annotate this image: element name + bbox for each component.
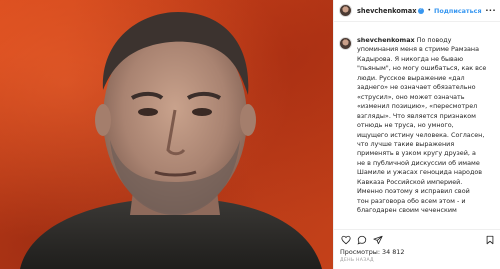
- caption-line: Шамиле и ужасах геноцида народов: [357, 168, 483, 177]
- post-timestamp[interactable]: ДЕНЬ НАЗАД: [340, 258, 495, 263]
- post-footer: Просмотры: 34 812 ДЕНЬ НАЗАД: [334, 229, 500, 269]
- caption-username[interactable]: shevchenkomax: [357, 36, 415, 44]
- header-username[interactable]: shevchenkomax: [357, 7, 416, 15]
- caption-line: применять в узком кругу друзей, а: [357, 149, 476, 158]
- caption-line: «струсил», оно может означать: [357, 92, 465, 101]
- verified-badge-icon: ✓: [418, 7, 425, 14]
- post-video[interactable]: [0, 0, 333, 269]
- caption-line: взгляды». Что является признаком: [357, 111, 476, 120]
- caption-line: упоминания меня в стриме Рамзана: [357, 45, 479, 54]
- caption-line: что лучше такие выражения: [357, 139, 455, 148]
- caption-text: shevchenkomax По поводу упоминания меня …: [357, 36, 496, 216]
- separator-dot: •: [427, 7, 432, 14]
- avatar[interactable]: [339, 4, 352, 17]
- heart-icon[interactable]: [340, 234, 351, 245]
- caption-line: ищущего истину человека. Согласен,: [357, 130, 485, 139]
- instagram-post: shevchenkomax ✓ • Подписаться ··· shevch…: [0, 0, 500, 269]
- caption-avatar[interactable]: [339, 37, 352, 50]
- caption-line: Кавказа Российской империей.: [357, 177, 463, 186]
- share-icon[interactable]: [372, 234, 383, 245]
- views-number: 34 812: [382, 248, 405, 256]
- caption-line: Кадырова. Я никогда не бываю: [357, 54, 464, 63]
- caption-line: По поводу: [416, 36, 452, 44]
- bookmark-icon[interactable]: [484, 234, 495, 245]
- caption-line: не в публичной дискуссии об имаме: [357, 158, 480, 167]
- comment-icon[interactable]: [356, 234, 367, 245]
- post-header: shevchenkomax ✓ • Подписаться ···: [334, 0, 500, 22]
- caption-line: Именно поэтому я исправил свой: [357, 187, 470, 196]
- post-caption: shevchenkomax По поводу упоминания меня …: [334, 36, 500, 216]
- caption-line: "пьяным", но могу ошибаться, как все: [357, 64, 487, 73]
- post-side-panel: shevchenkomax ✓ • Подписаться ··· shevch…: [333, 0, 500, 269]
- caption-line: отнюдь не труса, но умного,: [357, 121, 454, 130]
- caption-line: «изменил позицию», «пересмотрел: [357, 102, 478, 111]
- man-portrait-image: [20, 12, 322, 269]
- views-count[interactable]: Просмотры: 34 812: [340, 248, 495, 256]
- caption-line: тон разговора обо всем этом - и: [357, 196, 466, 205]
- caption-line: благодарен своим чеченским: [357, 206, 457, 215]
- action-bar: [340, 233, 495, 246]
- more-horizontal-icon[interactable]: ···: [485, 6, 496, 15]
- caption-line: заднего» не означает обязательно: [357, 83, 476, 92]
- follow-button[interactable]: Подписаться: [434, 7, 482, 15]
- views-label: Просмотры:: [340, 248, 380, 256]
- caption-line: люди. Русское выражение «дал: [357, 73, 465, 82]
